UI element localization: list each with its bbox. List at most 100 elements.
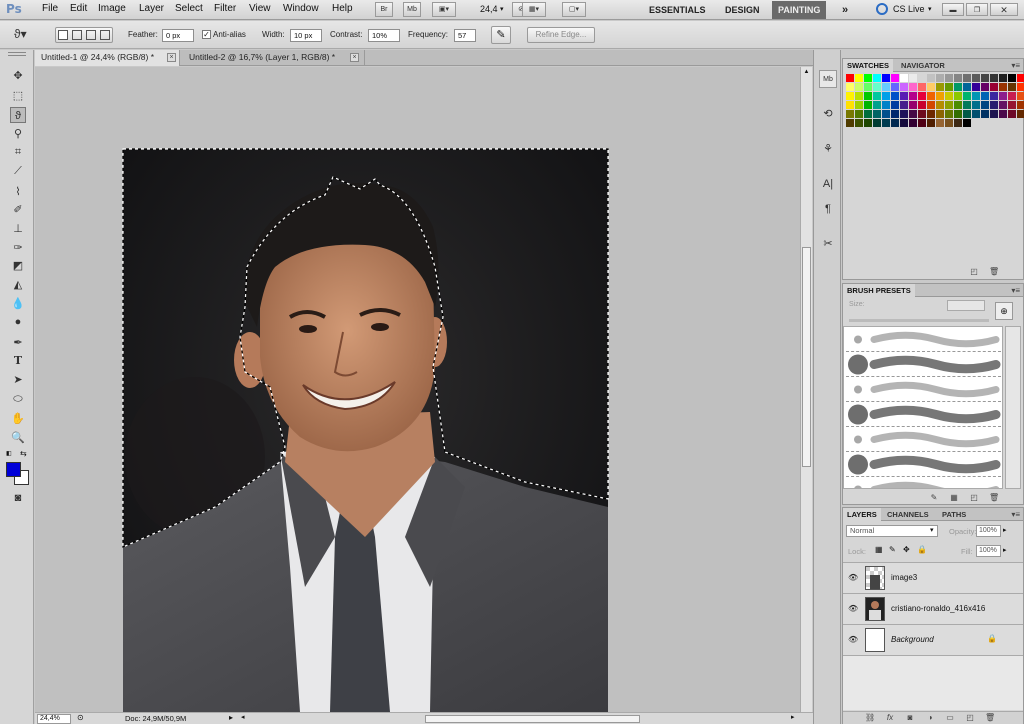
tab-swatches[interactable]: SWATCHES bbox=[843, 59, 893, 72]
character-panel-icon[interactable]: A| bbox=[819, 175, 837, 193]
actions-panel-icon[interactable]: ⚘ bbox=[819, 140, 837, 158]
scroll-right-icon[interactable]: ▸ bbox=[791, 713, 795, 721]
color-swatch[interactable] bbox=[945, 83, 953, 91]
color-swatch[interactable] bbox=[981, 83, 989, 91]
blend-mode-chevron-icon[interactable]: ▾ bbox=[930, 526, 934, 534]
tool-presets-panel-icon[interactable]: ✂ bbox=[819, 235, 837, 253]
new-selection-icon[interactable] bbox=[58, 30, 68, 40]
intersect-selection-icon[interactable] bbox=[100, 30, 110, 40]
color-swatch[interactable] bbox=[864, 83, 872, 91]
contrast-input[interactable]: 10% bbox=[368, 29, 400, 42]
color-swatch[interactable] bbox=[927, 74, 935, 82]
color-swatch[interactable] bbox=[846, 101, 854, 109]
color-swatch[interactable] bbox=[972, 74, 980, 82]
color-swatch[interactable] bbox=[846, 83, 854, 91]
dodge-tool-icon[interactable]: ● bbox=[10, 314, 26, 330]
color-swatch[interactable] bbox=[918, 110, 926, 118]
color-swatch[interactable] bbox=[963, 83, 971, 91]
color-swatch[interactable] bbox=[1017, 92, 1024, 100]
color-swatch[interactable] bbox=[882, 83, 890, 91]
menu-image[interactable]: Image bbox=[98, 3, 126, 14]
brush-preset-item[interactable] bbox=[846, 377, 1001, 402]
color-swatch[interactable] bbox=[1008, 101, 1016, 109]
feather-input[interactable]: 0 px bbox=[162, 29, 194, 42]
color-swatch[interactable] bbox=[999, 74, 1007, 82]
layer-name[interactable]: Background bbox=[891, 635, 934, 644]
color-swatch[interactable] bbox=[981, 92, 989, 100]
color-swatch[interactable] bbox=[936, 83, 944, 91]
color-swatch[interactable] bbox=[927, 110, 935, 118]
color-swatch[interactable] bbox=[918, 119, 926, 127]
tab-channels[interactable]: CHANNELS bbox=[883, 508, 933, 521]
layer-mask-icon[interactable]: ◙ bbox=[905, 713, 915, 723]
brush-preset-item[interactable] bbox=[846, 477, 1001, 488]
color-swatch[interactable] bbox=[864, 74, 872, 82]
new-group-icon[interactable]: ▭ bbox=[945, 713, 955, 723]
toolbar-grip[interactable] bbox=[8, 52, 26, 56]
color-swatch[interactable] bbox=[1008, 92, 1016, 100]
brush-preset-item[interactable] bbox=[846, 352, 1001, 377]
color-swatch[interactable] bbox=[873, 83, 881, 91]
layer-row-cristiano[interactable]: 👁 cristiano-ronaldo_416x416 bbox=[843, 594, 1023, 625]
color-swatch[interactable] bbox=[855, 110, 863, 118]
delete-layer-icon[interactable]: 🗑 bbox=[985, 713, 995, 723]
subtract-selection-icon[interactable] bbox=[86, 30, 96, 40]
zoom-tool-icon[interactable]: 🔍 bbox=[10, 430, 26, 446]
color-swatch[interactable] bbox=[927, 119, 935, 127]
tab-brush-presets[interactable]: BRUSH PRESETS bbox=[843, 284, 915, 297]
color-swatch[interactable] bbox=[855, 83, 863, 91]
color-swatch[interactable] bbox=[990, 83, 998, 91]
tablet-pressure-button[interactable]: ✎ bbox=[491, 26, 511, 44]
layer-name[interactable]: image3 bbox=[891, 573, 917, 582]
lock-position-icon[interactable]: ✥ bbox=[903, 545, 910, 554]
delete-swatch-icon[interactable]: 🗑 bbox=[989, 267, 999, 277]
color-swatch[interactable] bbox=[963, 74, 971, 82]
horizontal-scroll-thumb[interactable] bbox=[425, 715, 640, 723]
color-swatch[interactable] bbox=[918, 92, 926, 100]
clone-stamp-tool-icon[interactable]: ⊥ bbox=[10, 221, 26, 237]
history-brush-tool-icon[interactable]: ✑ bbox=[10, 240, 26, 256]
foreground-color-swatch[interactable] bbox=[6, 462, 21, 477]
color-swatch[interactable] bbox=[900, 101, 908, 109]
color-swatch[interactable] bbox=[918, 101, 926, 109]
color-swatch[interactable] bbox=[1017, 110, 1024, 118]
color-swatch[interactable] bbox=[1008, 110, 1016, 118]
color-swatch[interactable] bbox=[909, 92, 917, 100]
color-swatch[interactable] bbox=[864, 101, 872, 109]
tab-layers[interactable]: LAYERS bbox=[843, 508, 881, 521]
color-swatch[interactable] bbox=[927, 83, 935, 91]
color-swatch[interactable] bbox=[990, 92, 998, 100]
size-input[interactable] bbox=[947, 300, 985, 311]
color-swatch[interactable] bbox=[936, 74, 944, 82]
paragraph-panel-icon[interactable]: ¶ bbox=[819, 200, 837, 218]
hand-tool-icon[interactable]: ✋ bbox=[10, 411, 26, 427]
color-swatch[interactable] bbox=[999, 83, 1007, 91]
close-button[interactable]: ✕ bbox=[990, 3, 1018, 16]
visibility-eye-icon[interactable]: 👁 bbox=[848, 573, 858, 583]
tab-close-icon[interactable]: × bbox=[167, 53, 176, 62]
color-swatch[interactable] bbox=[963, 101, 971, 109]
bridge-button[interactable]: Br bbox=[375, 2, 393, 17]
color-swatch[interactable] bbox=[936, 101, 944, 109]
layer-row-image3[interactable]: 👁 image3 bbox=[843, 563, 1023, 594]
color-swatch[interactable] bbox=[918, 83, 926, 91]
swap-colors-icon[interactable]: ⇆ bbox=[20, 449, 27, 458]
minimize-button[interactable]: ▬ bbox=[942, 3, 964, 16]
color-swatch[interactable] bbox=[936, 110, 944, 118]
color-swatch[interactable] bbox=[909, 101, 917, 109]
color-swatch[interactable] bbox=[954, 119, 962, 127]
menu-file[interactable]: File bbox=[42, 3, 58, 14]
color-swatch[interactable] bbox=[1008, 74, 1016, 82]
color-swatch[interactable] bbox=[900, 92, 908, 100]
quick-selection-tool-icon[interactable]: ⚲ bbox=[10, 126, 26, 142]
eraser-tool-icon[interactable]: ◩ bbox=[10, 258, 26, 274]
cs-live-chevron-icon[interactable]: ▾ bbox=[928, 5, 932, 13]
swatch-grid[interactable] bbox=[844, 74, 1024, 154]
color-swatch[interactable] bbox=[900, 74, 908, 82]
magnetic-lasso-preset-icon[interactable]: ϑ▾ bbox=[14, 27, 27, 41]
visibility-eye-icon[interactable]: 👁 bbox=[848, 635, 858, 645]
color-swatch[interactable] bbox=[882, 74, 890, 82]
menu-edit[interactable]: Edit bbox=[70, 3, 87, 14]
color-swatch[interactable] bbox=[1017, 101, 1024, 109]
color-swatch[interactable] bbox=[846, 110, 854, 118]
